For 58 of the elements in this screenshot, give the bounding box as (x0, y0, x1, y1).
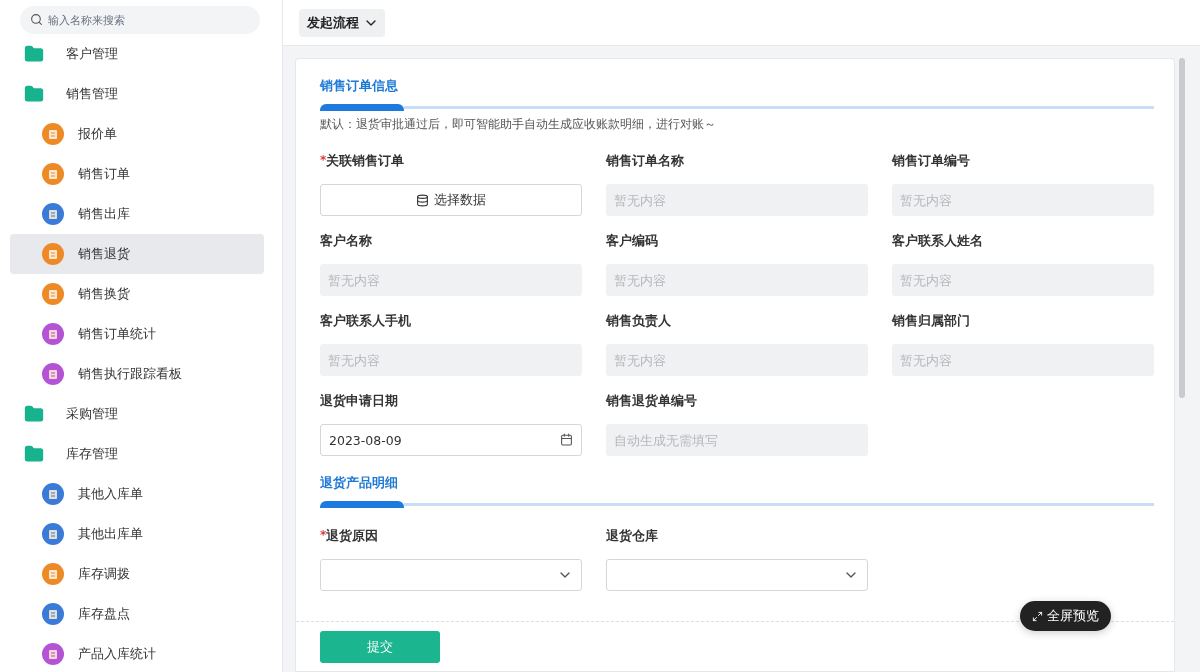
field-label: 客户联系人手机 (320, 313, 411, 330)
field-label: 客户编码 (606, 233, 658, 250)
fullscreen-preview-button[interactable]: 全屏预览 (1020, 601, 1111, 631)
folder-icon (24, 404, 44, 424)
expand-icon (1032, 610, 1043, 622)
sidebar-item[interactable]: 销售出库 (10, 194, 264, 234)
sidebar-item[interactable]: 销售退货 (10, 234, 264, 274)
document-icon (42, 523, 64, 545)
field-label: 销售归属部门 (892, 313, 970, 330)
document-icon (42, 563, 64, 585)
field-label: 销售退货单编号 (606, 393, 697, 410)
sidebar-item[interactable]: 销售换货 (10, 274, 264, 314)
document-icon (42, 603, 64, 625)
sidebar-item[interactable]: 报价单 (10, 114, 264, 154)
sidebar-item[interactable]: 其他入库单 (10, 474, 264, 514)
section-title: 退货产品明细 (320, 474, 399, 492)
document-icon (42, 483, 64, 505)
field-label: 退货申请日期 (320, 393, 398, 410)
sidebar-item[interactable]: 库存管理 (10, 434, 264, 474)
dropdown-field[interactable] (320, 559, 582, 591)
field-label: 客户名称 (320, 233, 372, 250)
sidebar-item[interactable]: 其他出库单 (10, 514, 264, 554)
sidebar-item[interactable]: 库存盘点 (10, 594, 264, 634)
calendar-icon (560, 433, 573, 446)
date-field[interactable]: 2023-08-09 (320, 424, 582, 456)
sidebar-item[interactable]: 客户管理 (10, 34, 264, 74)
field-label: 客户联系人姓名 (892, 233, 983, 250)
document-icon (42, 163, 64, 185)
field-label: 销售订单编号 (892, 153, 970, 170)
sidebar-item[interactable]: 库存调拨 (10, 554, 264, 594)
required-mark: * (320, 153, 327, 169)
field-label: 销售负责人 (606, 313, 671, 330)
sidebar-item[interactable]: 销售管理 (10, 74, 264, 114)
required-mark: * (320, 528, 327, 544)
field-label: 销售订单名称 (606, 153, 684, 170)
section-title: 销售订单信息 (320, 77, 399, 95)
hint-text: 默认：退货审批通过后，即可智能助手自动生成应收账款明细，进行对账～ (320, 116, 717, 133)
field-label: 退货原因 (326, 528, 379, 545)
sidebar-item[interactable]: 销售订单统计 (10, 314, 264, 354)
folder-icon (24, 44, 44, 64)
document-icon (42, 123, 64, 145)
scrollbar-thumb[interactable] (1179, 58, 1185, 398)
start-flow-button[interactable]: 发起流程 (299, 8, 385, 37)
sidebar-item[interactable]: 销售执行跟踪看板 (10, 354, 264, 394)
database-icon (416, 193, 429, 207)
sidebar-item[interactable]: 采购管理 (10, 394, 264, 434)
sidebar-item[interactable]: 销售订单 (10, 154, 264, 194)
folder-icon (24, 84, 44, 104)
document-icon (42, 283, 64, 305)
field-label: 关联销售订单 (326, 153, 405, 170)
select-data-button[interactable]: 选择数据 (320, 184, 582, 216)
search-field[interactable]: 输入名称来搜索 (20, 6, 260, 34)
folder-icon (24, 444, 44, 464)
document-icon (42, 243, 64, 265)
sidebar-item[interactable]: 产品入库统计 (10, 634, 264, 672)
field-label: 退货仓库 (606, 528, 658, 545)
dropdown-field[interactable] (606, 559, 868, 591)
document-icon (42, 203, 64, 225)
